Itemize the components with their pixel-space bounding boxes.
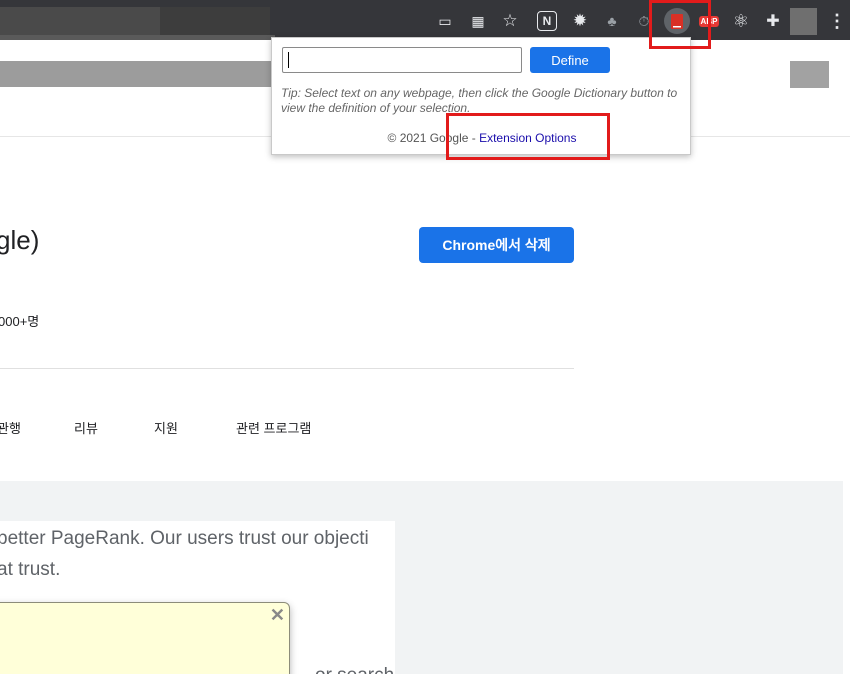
browser-toolbar: ▭ ▦ ☆ N ✹ ♣ ⏱ ABP ⚛ ✚ ⋮ [0, 0, 850, 40]
tab-related[interactable]: 관련 프로그램 [236, 418, 311, 437]
profile-avatar[interactable] [790, 8, 817, 35]
text-caret [288, 52, 289, 68]
tab-support[interactable]: 지원 [154, 418, 178, 437]
tab-overview[interactable]: 관행 [0, 418, 21, 437]
description-line: at trust. [0, 559, 61, 580]
tab-reviews[interactable]: 리뷰 [74, 418, 98, 437]
gear-extension-icon[interactable]: ✹ [567, 8, 593, 34]
extension-title: gle) [0, 225, 40, 255]
blurred-tab-strip [160, 7, 270, 35]
highlight-box-extension-icon [649, 0, 711, 49]
bookmark-star-icon[interactable]: ☆ [497, 8, 523, 34]
section-divider [0, 368, 574, 369]
highlight-box-options-link [446, 113, 610, 160]
close-icon[interactable]: ✕ [270, 605, 285, 626]
remove-from-chrome-button[interactable]: Chrome에서 삭제 [419, 227, 574, 263]
define-button[interactable]: Define [530, 47, 610, 73]
notion-icon[interactable]: N [537, 11, 557, 31]
browser-menu-icon[interactable]: ⋮ [824, 8, 850, 34]
blurred-bookmark-item [790, 61, 829, 88]
grid-extension-icon[interactable]: ▦ [465, 8, 491, 34]
description-line: better PageRank. Our users trust our obj… [0, 528, 369, 549]
react-icon[interactable]: ⚛ [728, 8, 754, 34]
user-count: 000+명 [0, 314, 40, 329]
cast-icon[interactable]: ▭ [432, 8, 458, 34]
yellow-note-popup: ✕ [0, 602, 290, 674]
spy-extension-icon[interactable]: ♣ [599, 8, 625, 34]
dictionary-search-input[interactable] [282, 47, 522, 73]
dictionary-tip: Tip: Select text on any webpage, then cl… [281, 86, 678, 115]
blurred-bookmarks-bar [0, 61, 275, 87]
puzzle-extensions-icon[interactable]: ✚ [760, 8, 786, 34]
blurred-tab-strip [0, 7, 160, 35]
description-line: or search a [315, 665, 395, 674]
